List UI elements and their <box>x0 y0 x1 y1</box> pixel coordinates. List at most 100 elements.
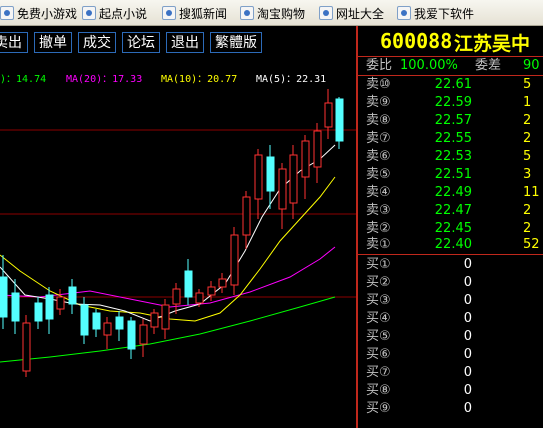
candlestick <box>313 123 322 183</box>
traditional-chinese-button[interactable]: 繁體版 <box>210 32 262 53</box>
ma5-legend: MA(5)：22.31 <box>256 74 326 85</box>
candle-body <box>242 196 251 236</box>
sell-level-label: 卖⑤ <box>366 167 391 182</box>
candle-body <box>324 102 333 128</box>
candle-body <box>115 316 124 330</box>
sell-row: 卖⑨ 22.59 1 <box>358 94 543 112</box>
candle-body <box>218 278 227 288</box>
candlestick <box>335 97 344 149</box>
exit-button[interactable]: 退出 <box>166 32 204 53</box>
candlestick <box>301 135 310 199</box>
buy-level-label: 买⑨ <box>366 401 391 416</box>
link-item-url-directory[interactable]: 网址大全 <box>319 0 384 26</box>
sell-volume: 2 <box>523 131 532 146</box>
candle-body <box>289 154 298 204</box>
sell-volume: 2 <box>523 203 532 218</box>
candlestick <box>278 163 287 229</box>
buy-row: 买④ 0 <box>358 310 543 328</box>
candle-body <box>56 296 65 310</box>
sell-price: 22.49 <box>434 185 472 200</box>
buy-row: 买⑧ 0 <box>358 382 543 400</box>
sell-level-label: 卖⑦ <box>366 131 391 146</box>
buy-level-label: 买① <box>366 257 391 272</box>
candlestick <box>289 145 298 219</box>
ma-legend: )：14.74 MA(20)：17.33 MA(10)：20.77 MA(5)：… <box>0 74 326 85</box>
links-bar: 免费小游戏 起点小说 搜狐新闻 淘宝购物 网址大全 我爱下软件 <box>0 0 543 26</box>
buy-price: 0 <box>463 275 472 290</box>
link-item-free-games[interactable]: 免费小游戏 <box>0 0 77 26</box>
candlestick <box>22 315 31 377</box>
candlestick <box>139 319 148 357</box>
candlestick <box>324 89 333 139</box>
page-icon <box>162 6 176 20</box>
stock-name: 江苏吴中 <box>454 33 531 55</box>
ma10-legend: MA(10)：20.77 <box>161 74 237 85</box>
candle-body <box>103 322 112 336</box>
candlestick <box>92 309 101 337</box>
candlestick <box>242 191 251 249</box>
sell-price: 22.61 <box>434 77 472 92</box>
candle-body <box>313 130 322 168</box>
candle-body <box>278 168 287 210</box>
link-item-software[interactable]: 我爱下软件 <box>397 0 474 26</box>
link-item-taobao[interactable]: 淘宝购物 <box>240 0 305 26</box>
candlestick <box>68 279 77 314</box>
sell-price: 22.53 <box>434 149 472 164</box>
link-label: 我爱下软件 <box>414 6 475 21</box>
sell-level-label: 卖⑨ <box>366 95 391 110</box>
sell-volume: 5 <box>523 77 532 92</box>
buy-price: 0 <box>463 293 472 308</box>
sell-volume: 1 <box>523 95 532 110</box>
sell-price: 22.51 <box>434 167 472 182</box>
candlestick <box>127 317 136 359</box>
candle-body <box>0 276 8 318</box>
candle-body <box>230 234 239 286</box>
sell-level-label: 卖① <box>366 237 391 252</box>
candlestick <box>150 309 159 334</box>
buy-level-label: 买⑦ <box>366 365 391 380</box>
buy-level-label: 买③ <box>366 293 391 308</box>
candlestick <box>218 273 227 293</box>
candle-body <box>92 312 101 330</box>
page-icon <box>82 6 96 20</box>
kline-chart[interactable]: )：14.74 MA(20)：17.33 MA(10)：20.77 MA(5)：… <box>0 59 356 428</box>
candle-body <box>301 140 310 178</box>
sell-button[interactable]: 卖出 <box>0 32 28 53</box>
candlestick <box>161 299 170 339</box>
diff-value: 90 <box>523 58 540 73</box>
sell-volume: 52 <box>523 237 540 252</box>
sell-price: 22.40 <box>434 237 472 252</box>
sell-volume: 3 <box>523 167 532 182</box>
sell-level-label: 卖⑧ <box>366 113 391 128</box>
link-item-sohu-news[interactable]: 搜狐新闻 <box>162 0 227 26</box>
buy-price: 0 <box>463 257 472 272</box>
candlestick <box>0 255 8 329</box>
sell-price: 22.59 <box>434 95 472 110</box>
sell-level-label: 卖⑥ <box>366 149 391 164</box>
sell-row: 卖⑦ 22.55 2 <box>358 130 543 148</box>
cancel-order-button[interactable]: 撤单 <box>34 32 72 53</box>
buy-row: 买① 0 <box>358 256 543 274</box>
buy-row: 买② 0 <box>358 274 543 292</box>
forum-button[interactable]: 论坛 <box>122 32 160 53</box>
page-icon <box>240 6 254 20</box>
buy-price: 0 <box>463 383 472 398</box>
link-label: 起点小说 <box>99 6 148 21</box>
ratio-label: 委比 <box>366 58 393 73</box>
trades-button[interactable]: 成交 <box>78 32 116 53</box>
link-item-qidian[interactable]: 起点小说 <box>82 0 147 26</box>
quote-header: 600088 江苏吴中 <box>358 26 543 56</box>
buy-level-label: 买④ <box>366 311 391 326</box>
candle-body <box>80 304 89 336</box>
buy-level-label: 买⑤ <box>366 329 391 344</box>
candle-body <box>68 286 77 305</box>
candle-body <box>254 154 263 200</box>
candlestick <box>45 287 54 334</box>
candle-body <box>335 98 344 142</box>
trade-toolbar: 卖出 撤单 成交 论坛 退出 繁體版 <box>0 26 356 59</box>
sell-row: 卖⑤ 22.51 3 <box>358 166 543 184</box>
candle-body <box>207 286 216 296</box>
buy-row: 买⑨ 0 <box>358 400 543 418</box>
sell-row: 卖⑥ 22.53 5 <box>358 148 543 166</box>
buy-row: 买⑦ 0 <box>358 364 543 382</box>
